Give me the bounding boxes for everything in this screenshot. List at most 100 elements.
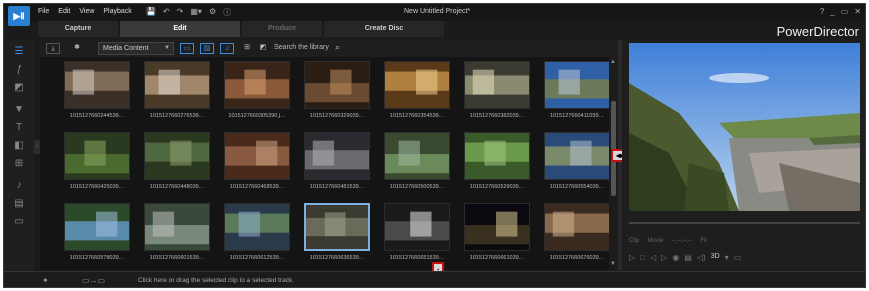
media-thumbnail[interactable] bbox=[224, 203, 290, 251]
timecode-display: --;--;--;-- bbox=[671, 238, 693, 244]
media-thumbnail[interactable] bbox=[544, 203, 610, 251]
menu-view[interactable]: View bbox=[79, 8, 94, 15]
snapshot-icon[interactable]: ◉ bbox=[672, 253, 679, 262]
media-thumbnail[interactable] bbox=[64, 203, 130, 251]
import-media-icon[interactable]: ⤓ bbox=[46, 43, 60, 54]
fit-select[interactable]: Fit bbox=[700, 238, 707, 250]
media-caption: 1015127660676039… bbox=[549, 255, 605, 261]
insert-clip-icon[interactable]: ▭→▭ bbox=[82, 276, 105, 285]
media-caption: 1015127660554039… bbox=[549, 184, 605, 190]
next-frame-icon[interactable]: ▷ bbox=[661, 253, 667, 262]
media-thumbnail[interactable] bbox=[224, 61, 290, 109]
close-icon[interactable]: ✕ bbox=[854, 7, 861, 16]
minimize-icon[interactable]: _ bbox=[830, 7, 834, 16]
media-thumbnail[interactable] bbox=[384, 132, 450, 180]
media-thumbnail[interactable] bbox=[384, 203, 450, 251]
preview-seek-bar[interactable] bbox=[629, 222, 860, 224]
audio-filter-icon[interactable]: ♫ bbox=[220, 43, 234, 54]
plugin-icon[interactable]: ✱ bbox=[70, 43, 84, 54]
scroll-down-icon[interactable]: ▼ bbox=[610, 261, 616, 267]
media-library: ⤓ ✱ Media Content ▼ ▭ ▨ ♫ ⊞ ◩ Search the… bbox=[40, 40, 618, 270]
subtitle-icon[interactable]: ▤ bbox=[684, 253, 692, 262]
media-thumbnail[interactable] bbox=[464, 61, 530, 109]
stop-icon[interactable]: □ bbox=[640, 253, 645, 262]
media-thumbnail[interactable] bbox=[64, 132, 130, 180]
play-icon[interactable]: ▷ bbox=[629, 253, 635, 262]
app-logo: ▶Ⅱ bbox=[8, 6, 30, 26]
media-thumbnail[interactable] bbox=[144, 132, 210, 180]
media-caption: 1015127660425039… bbox=[69, 184, 125, 190]
media-thumbnail[interactable] bbox=[304, 61, 370, 109]
layout-icon[interactable]: ▦▾ bbox=[190, 7, 202, 18]
media-thumbnail[interactable] bbox=[464, 132, 530, 180]
movie-mode-button[interactable]: Movie bbox=[647, 238, 663, 250]
media-thumbnail[interactable] bbox=[144, 203, 210, 251]
chapter-room-icon[interactable]: ▤ bbox=[13, 198, 25, 210]
preview-mode-bar: Clip Movie --;--;--;-- Fit bbox=[629, 238, 860, 250]
voiceover-room-icon[interactable]: ♪ bbox=[13, 180, 25, 192]
scroll-up-icon[interactable]: ▲ bbox=[610, 59, 616, 65]
media-thumbnail[interactable] bbox=[544, 61, 610, 109]
room-sidebar: ☰ ƒ ◩ ▼ T ◧ ⊞ ♪ ▤ ▭ bbox=[4, 40, 34, 272]
menu-playback[interactable]: Playback bbox=[103, 8, 131, 15]
title-toolbar: 💾 ↶ ↷ ▦▾ ⚙ ⓘ bbox=[146, 7, 231, 18]
particle-room-icon[interactable]: ▼ bbox=[13, 104, 25, 116]
media-thumbnail[interactable] bbox=[144, 61, 210, 109]
audio-mixing-room-icon[interactable]: ⊞ bbox=[13, 158, 25, 170]
tab-capture[interactable]: Capture bbox=[38, 21, 118, 37]
search-icon[interactable]: ⌕ bbox=[335, 42, 340, 53]
restore-icon[interactable]: ▭ bbox=[841, 7, 849, 16]
preview-screen bbox=[629, 43, 860, 211]
library-scrollbar[interactable]: ▲ ▼ bbox=[609, 57, 618, 270]
media-thumbnail[interactable] bbox=[384, 61, 450, 109]
undock-icon[interactable]: ▭ bbox=[734, 253, 742, 262]
clip-mode-button[interactable]: Clip bbox=[629, 238, 639, 250]
volume-icon[interactable]: ◁) bbox=[697, 253, 706, 262]
media-thumbnail[interactable] bbox=[224, 132, 290, 180]
chevron-down-icon[interactable]: ▾ bbox=[725, 253, 729, 262]
thumbnail-image bbox=[465, 204, 529, 250]
media-caption: 1015127660382039… bbox=[469, 113, 525, 119]
info-icon[interactable]: ⓘ bbox=[223, 7, 231, 18]
tab-produce[interactable]: Produce bbox=[242, 21, 322, 37]
media-thumbnail[interactable] bbox=[464, 203, 530, 251]
fx-room-icon[interactable]: ƒ bbox=[13, 64, 25, 76]
previous-frame-icon[interactable]: ◁ bbox=[650, 253, 656, 262]
media-room-icon[interactable]: ☰ bbox=[13, 46, 25, 58]
media-thumbnail[interactable] bbox=[544, 132, 610, 180]
view-options-icon[interactable]: ◩ bbox=[256, 43, 270, 54]
menu-file[interactable]: File bbox=[38, 8, 49, 15]
save-icon[interactable]: 💾 bbox=[146, 7, 156, 18]
menu-edit[interactable]: Edit bbox=[58, 8, 70, 15]
settings-icon[interactable]: ⚙ bbox=[209, 7, 216, 18]
tab-create-disc[interactable]: Create Disc bbox=[324, 21, 444, 37]
preview-image bbox=[629, 43, 860, 211]
library-search-input[interactable]: Search the library bbox=[274, 44, 329, 51]
playback-controls: ▷ □ ◁ ▷ ◉ ▤ ◁) 3D ▾ ▭ bbox=[629, 253, 741, 262]
media-thumbnail[interactable] bbox=[304, 203, 370, 251]
media-caption: 1015127660354539… bbox=[389, 113, 445, 119]
media-caption: 1015127660529039… bbox=[469, 184, 525, 190]
media-thumbnail[interactable] bbox=[304, 132, 370, 180]
media-content-select[interactable]: Media Content ▼ bbox=[98, 42, 174, 55]
help-icon[interactable]: ? bbox=[820, 7, 824, 16]
timeline-bar: ✦ ▭→▭ Click here or drag the selected cl… bbox=[4, 271, 865, 287]
video-filter-icon[interactable]: ▭ bbox=[180, 43, 194, 54]
thumbnail-image bbox=[145, 133, 209, 179]
mode-3d-button[interactable]: 3D bbox=[711, 253, 720, 262]
pip-room-icon[interactable]: ◩ bbox=[13, 82, 25, 94]
magic-tool-icon[interactable]: ✦ bbox=[42, 276, 49, 285]
tab-edit[interactable]: Edit bbox=[120, 21, 240, 37]
powerdirector-window: ▶Ⅱ File Edit View Playback 💾 ↶ ↷ ▦▾ ⚙ ⓘ … bbox=[3, 3, 866, 288]
view-grid-icon[interactable]: ⊞ bbox=[240, 43, 254, 54]
thumbnail-image bbox=[545, 133, 609, 179]
subtitle-room-icon[interactable]: ▭ bbox=[13, 216, 25, 228]
transition-room-icon[interactable]: ◧ bbox=[13, 140, 25, 152]
title-room-icon[interactable]: T bbox=[13, 122, 25, 134]
media-thumbnail[interactable] bbox=[64, 61, 130, 109]
thumbnail-image bbox=[306, 205, 368, 249]
undo-icon[interactable]: ↶ bbox=[163, 7, 170, 18]
image-filter-icon[interactable]: ▨ bbox=[200, 43, 214, 54]
media-caption: 1015127660481539… bbox=[309, 184, 365, 190]
redo-icon[interactable]: ↷ bbox=[177, 7, 184, 18]
